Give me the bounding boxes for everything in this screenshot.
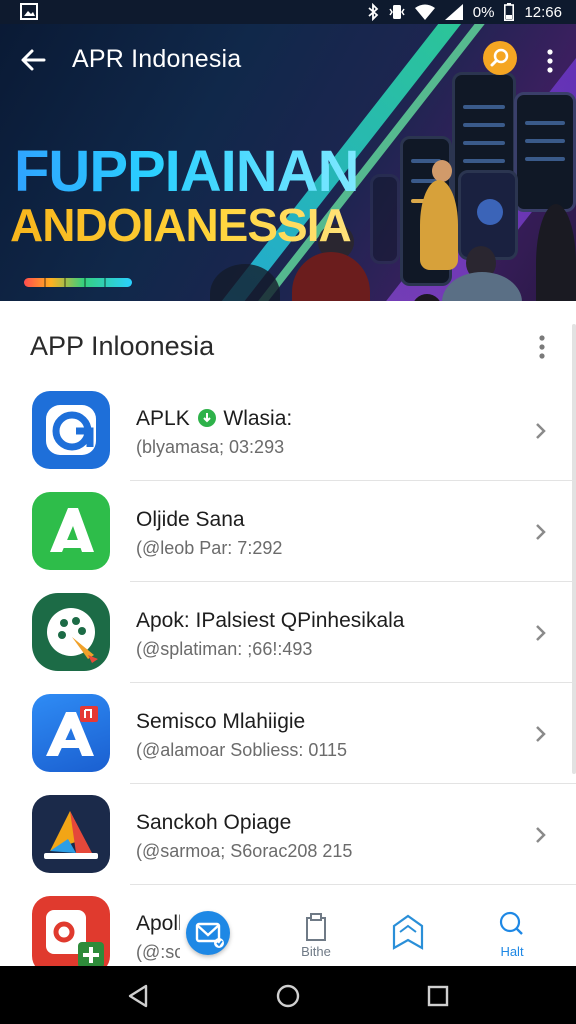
battery-percent: 0% <box>472 3 495 21</box>
palette-app-icon <box>32 593 110 671</box>
app-subtitle: (@leob Par: 7:292 <box>136 538 283 558</box>
camera-rig <box>536 204 576 301</box>
status-bar: 0% 12:66 <box>0 0 576 24</box>
presenter-body <box>420 180 458 270</box>
signal-icon <box>444 4 463 20</box>
nav-item-bithe[interactable]: Bithe <box>286 908 346 964</box>
section-title: APP Inloonesia <box>30 331 215 361</box>
home-badge-icon <box>392 914 424 950</box>
app-subtitle: (@sarmoa; S6orac208 215 <box>136 841 353 861</box>
clock: 12:66 <box>524 3 562 21</box>
list-item[interactable]: APLK Wlasia: (blyamasa; 03:293 <box>0 380 576 481</box>
app-name: APLK Wlasia: <box>136 407 292 431</box>
list-item[interactable]: Sanckoh Opiage (@sarmoa; S6orac208 215 <box>0 784 576 885</box>
more-vertical-icon[interactable] <box>530 332 554 362</box>
search-icon <box>490 48 509 67</box>
gallery-icon <box>20 3 38 20</box>
bottom-nav: Bithe Halt <box>180 906 576 966</box>
banner-monitor <box>370 174 400 264</box>
clipboard-icon <box>306 913 326 941</box>
banner-phone-screen <box>458 170 518 260</box>
chevron-right-icon <box>536 524 546 540</box>
home-circle-icon[interactable] <box>274 982 302 1010</box>
list-item[interactable]: Apok: IPalsiest QPinhesikala (@splatiman… <box>0 582 576 683</box>
system-navigation-bar <box>0 966 576 1024</box>
chevron-right-icon <box>536 423 546 439</box>
more-vertical-icon[interactable] <box>538 46 562 76</box>
app-subtitle: (@alamoar Sobliess: 0115 <box>136 740 348 760</box>
verified-badge-icon <box>197 409 216 427</box>
search-icon <box>499 911 523 935</box>
toolbar-title: APR Indonesia <box>72 45 242 73</box>
status-icons: 0% 12:66 <box>367 3 562 21</box>
audience-person <box>210 264 280 301</box>
chevron-right-icon <box>536 827 546 843</box>
recents-square-icon[interactable] <box>424 982 452 1010</box>
list-item[interactable]: Oljide Sana (@leob Par: 7:292 <box>0 481 576 582</box>
mail-button[interactable] <box>186 911 230 955</box>
plus-app-icon <box>32 896 110 974</box>
app-name: Semisco Mlahiigie <box>136 710 306 733</box>
nav-label: Halt <box>500 944 524 959</box>
letter-a-app-icon <box>32 492 110 570</box>
wifi-icon <box>414 4 435 20</box>
arrow-left-icon[interactable] <box>18 44 50 76</box>
app-name: Apok: IPalsiest QPinhesikala <box>136 609 405 632</box>
chevron-right-icon <box>536 726 546 742</box>
search-button[interactable] <box>483 41 517 75</box>
triangle-app-icon <box>32 795 110 873</box>
list-item[interactable]: Semisco Mlahiigie (@alamoar Sobliess: 01… <box>0 683 576 784</box>
presenter-head <box>432 160 452 182</box>
app-subtitle: (blyamasa; 03:293 <box>136 437 285 457</box>
app-name-part: APLK <box>136 407 190 430</box>
app-name-part: Wlasia: <box>223 407 293 430</box>
nav-label: Bithe <box>301 944 331 959</box>
vibrate-icon <box>389 5 405 19</box>
app-subtitle: (@splatiman: ;66!:493 <box>136 639 313 659</box>
nav-item-home[interactable] <box>378 908 438 964</box>
app-name: Oljide Sana <box>136 508 245 531</box>
hero-headline-line1: FUPPIAINAN <box>14 139 359 204</box>
banner-phone-screen <box>514 92 576 212</box>
app-toolbar: APR Indonesia <box>0 24 576 94</box>
letter-a-store-app-icon <box>32 694 110 772</box>
hero-color-bar <box>24 278 132 287</box>
chevron-right-icon <box>536 625 546 641</box>
chat-bubble-app-icon <box>32 391 110 469</box>
audience-person <box>292 252 370 301</box>
app-name: Sanckoh Opiage <box>136 811 292 834</box>
mail-icon <box>195 922 224 948</box>
nav-item-halt[interactable]: Halt <box>482 908 542 964</box>
hero-headline-line2: ANDOIANESSIA <box>10 199 352 251</box>
battery-icon <box>504 3 515 21</box>
back-triangle-icon[interactable] <box>124 982 152 1010</box>
bluetooth-icon <box>368 3 379 21</box>
